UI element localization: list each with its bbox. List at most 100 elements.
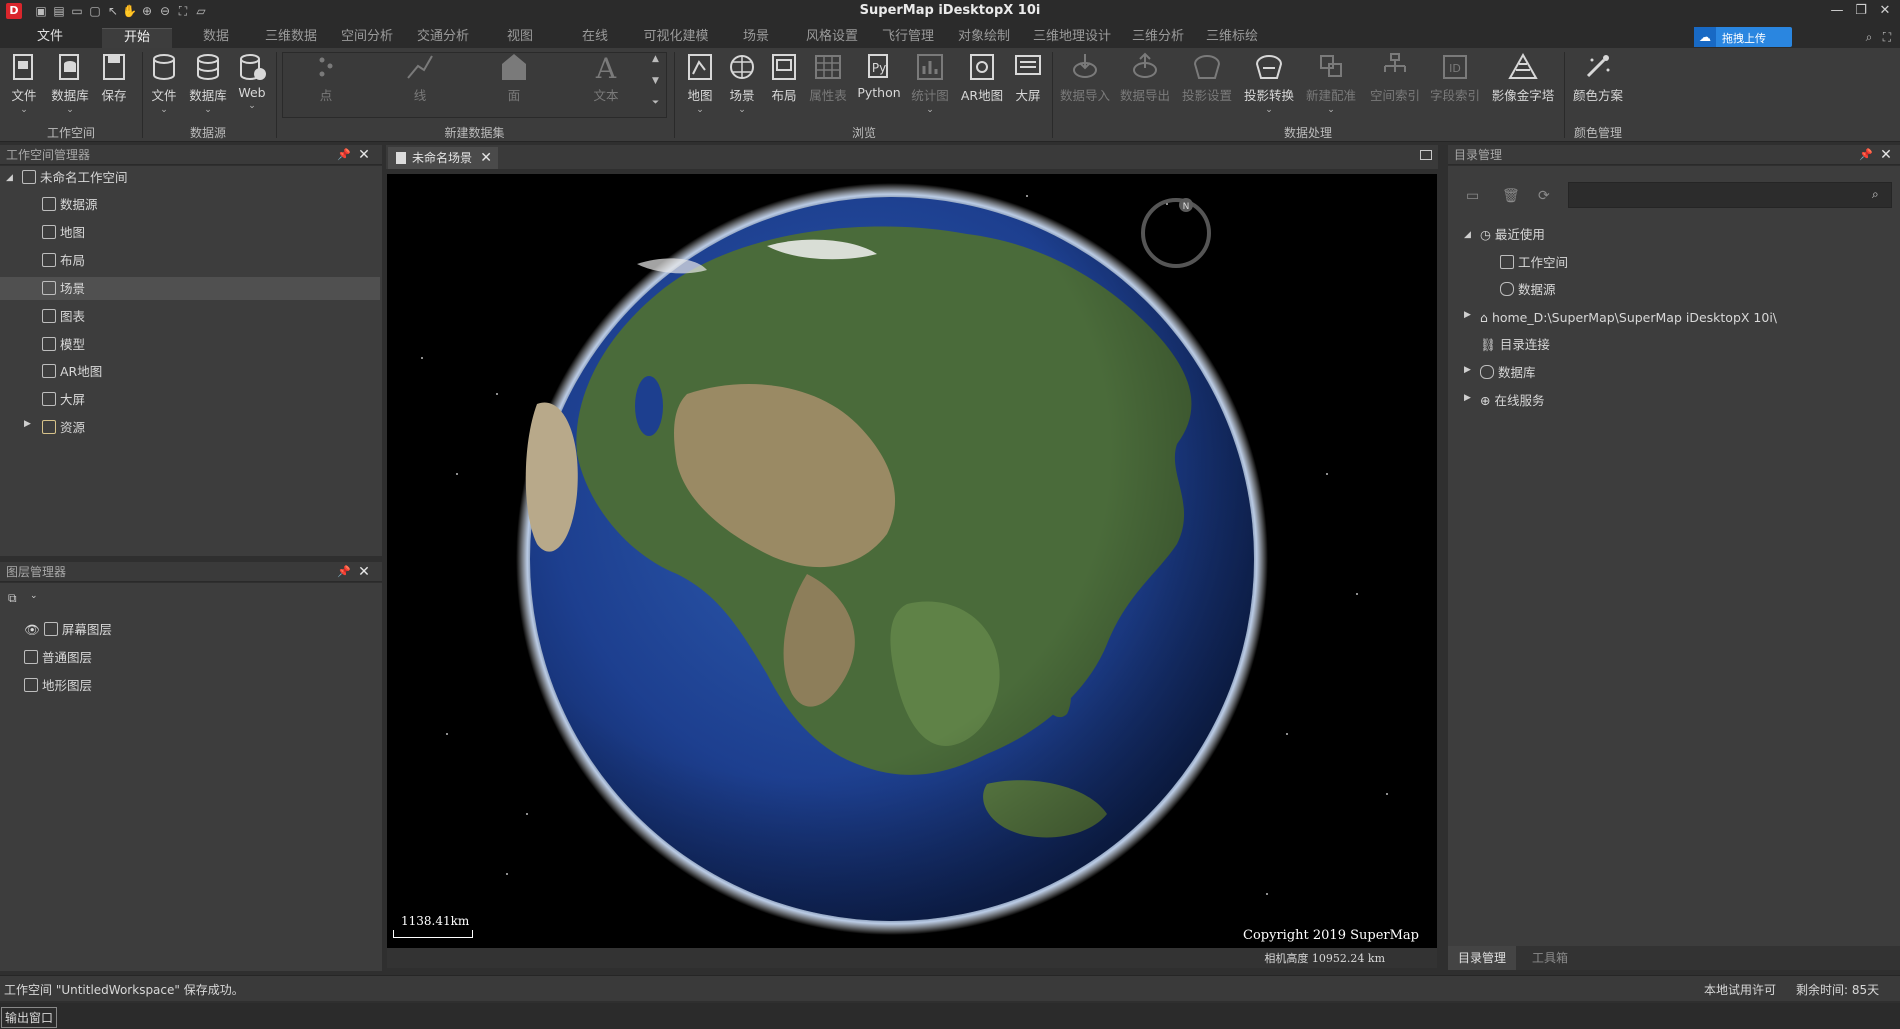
tab-3d-plotting[interactable]: 三维标绘 [1200,28,1264,48]
pin-icon[interactable]: 📌 [336,145,352,165]
globe-render[interactable]: N [387,174,1437,948]
browse-attribute-table-button[interactable]: 属性表 [806,52,850,104]
fullscreen-icon[interactable]: ⛶ [1880,30,1894,44]
visibility-eye-icon[interactable]: 👁 [24,622,40,637]
minimize-icon[interactable]: — [1826,2,1848,20]
tab-traffic-analysis[interactable]: 交通分析 [414,28,472,48]
upload-button[interactable]: ☁ 拖拽上传 [1694,27,1792,47]
catalog-search-input[interactable] [1568,182,1892,208]
new-line-button[interactable]: 线 [400,52,440,104]
tree-item-model[interactable]: 模型 [42,333,372,356]
pin-icon[interactable]: 📌 [1858,145,1874,165]
catalog-recent[interactable]: ◷ 最近使用 [1480,223,1880,246]
tab-object-drawing[interactable]: 对象绘制 [952,28,1016,48]
tab-file[interactable]: 文件 [30,28,70,48]
spatial-index-button[interactable]: 空间索引 [1368,52,1422,104]
tab-online[interactable]: 在线 [575,28,615,48]
restore-icon[interactable]: ❐ [1850,2,1872,20]
gallery-expand-icon[interactable]: ⏷ [652,98,659,108]
datasource-file-button[interactable]: 文件 ⌄ [146,52,182,115]
collapse-icon[interactable]: ◢ [6,173,13,183]
tab-view[interactable]: 视图 [500,28,540,48]
gallery-up-icon[interactable]: ▲ [652,54,659,64]
chevron-down-icon[interactable]: ⌄ [30,591,38,601]
layer-normal[interactable]: 普通图层 [24,646,364,669]
gallery-down-icon[interactable]: ▼ [652,76,659,86]
datasource-web-button[interactable]: Web ⌄ [234,52,270,111]
catalog-home-folder[interactable]: ⌂ home_D:\SuperMap\SuperMap iDesktopX 10i… [1480,306,1890,329]
close-icon[interactable]: ✕ [1874,2,1896,20]
new-folder-icon[interactable]: ▭ [1466,188,1479,204]
search-icon[interactable]: ⌕ [1862,30,1876,44]
expand-icon[interactable]: ▶ [1464,365,1471,375]
expand-icon[interactable]: ▶ [1464,310,1471,320]
tab-untitled-scene[interactable]: 未命名场景 ✕ [388,147,498,169]
expand-icon[interactable]: ▶ [24,419,31,429]
tab-data[interactable]: 数据 [196,28,236,48]
layer-terrain[interactable]: 地形图层 [24,674,364,697]
browse-chart-button[interactable]: 统计图 ⌄ [908,52,952,115]
tab-style-settings[interactable]: 风格设置 [800,28,864,48]
tree-item-ar-map[interactable]: AR地图 [42,360,372,383]
tree-item-scene[interactable]: 场景 [0,277,380,300]
browse-ar-map-button[interactable]: AR地图 [958,52,1006,104]
tab-3d-analysis[interactable]: 三维分析 [1126,28,1190,48]
tree-item-layout[interactable]: 布局 [42,249,372,272]
add-layer-icon[interactable]: ⧉ [8,591,17,606]
catalog-recent-workspace[interactable]: 工作空间 [1500,251,1880,274]
pin-icon[interactable]: 📌 [336,562,352,582]
workspace-database-button[interactable]: 数据库 ⌄ [48,52,92,115]
close-icon[interactable]: ✕ [356,562,372,582]
browse-python-button[interactable]: Py Python [854,52,904,100]
image-pyramid-button[interactable]: 影像金字塔 [1490,52,1556,104]
delete-icon[interactable]: 🗑 [1502,188,1520,204]
tab-flight-management[interactable]: 飞行管理 [876,28,940,48]
tree-item-datasource[interactable]: 数据源 [42,193,372,216]
catalog-database[interactable]: 数据库 [1480,361,1880,384]
layer-screen[interactable]: 👁 屏幕图层 [24,618,364,641]
output-window-tab[interactable]: 输出窗口 [1,1007,58,1028]
scene-viewport[interactable]: N 1138.41km Copyright 2019 SuperMap [387,174,1437,948]
tab-start[interactable]: 开始 [102,28,172,48]
close-icon[interactable]: ✕ [1878,145,1894,165]
workspace-root[interactable]: 未命名工作空间 [22,166,372,189]
color-scheme-button[interactable]: 颜色方案 [1570,52,1626,104]
field-index-button[interactable]: ID 字段索引 [1428,52,1482,104]
browse-scene-button[interactable]: 场景 ⌄ [724,52,760,115]
tab-scene[interactable]: 场景 [736,28,776,48]
tree-item-resources[interactable]: 资源 [42,416,372,439]
tab-catalog[interactable]: 目录管理 [1448,946,1516,970]
catalog-connection[interactable]: ⛓ 目录连接 [1480,333,1880,356]
tab-spatial-analysis[interactable]: 空间分析 [338,28,396,48]
workspace-save-button[interactable]: 保存 [96,52,132,104]
datasource-database-button[interactable]: 数据库 ⌄ [186,52,230,115]
catalog-online-service[interactable]: ⊕ 在线服务 [1480,389,1880,412]
catalog-recent-datasource[interactable]: 数据源 [1500,278,1880,301]
new-point-button[interactable]: 点 [306,52,346,104]
new-region-button[interactable]: 面 [494,52,534,104]
tab-3d-data[interactable]: 三维数据 [262,28,320,48]
close-icon[interactable]: ✕ [480,147,492,169]
new-text-button[interactable]: A 文本 [586,52,626,104]
browse-map-button[interactable]: 地图 ⌄ [682,52,718,115]
browse-big-screen-button[interactable]: 大屏 [1010,52,1046,104]
tab-3d-geodesign[interactable]: 三维地理设计 [1030,28,1114,48]
close-icon[interactable]: ✕ [356,145,372,165]
data-export-button[interactable]: 数据导出 [1118,52,1172,104]
projection-transform-button[interactable]: 投影转换 ⌄ [1242,52,1296,115]
browse-layout-button[interactable]: 布局 [766,52,802,104]
search-icon[interactable]: ⌕ [1872,187,1879,202]
tab-visual-modeling[interactable]: 可视化建模 [640,28,712,48]
refresh-icon[interactable]: ⟳ [1538,188,1550,204]
tab-toolbox[interactable]: 工具箱 [1520,946,1580,970]
collapse-icon[interactable]: ◢ [1464,230,1471,240]
tree-item-map[interactable]: 地图 [42,221,372,244]
expand-icon[interactable]: ▶ [1464,393,1471,403]
window-menu-icon[interactable] [1420,150,1432,160]
workspace-file-button[interactable]: 文件 ⌄ [6,52,42,115]
projection-settings-button[interactable]: 投影设置 [1180,52,1234,104]
data-import-button[interactable]: 数据导入 [1058,52,1112,104]
tree-item-chart[interactable]: 图表 [42,305,372,328]
tree-item-big-screen[interactable]: 大屏 [42,388,372,411]
new-registration-button[interactable]: 新建配准 ⌄ [1304,52,1358,115]
